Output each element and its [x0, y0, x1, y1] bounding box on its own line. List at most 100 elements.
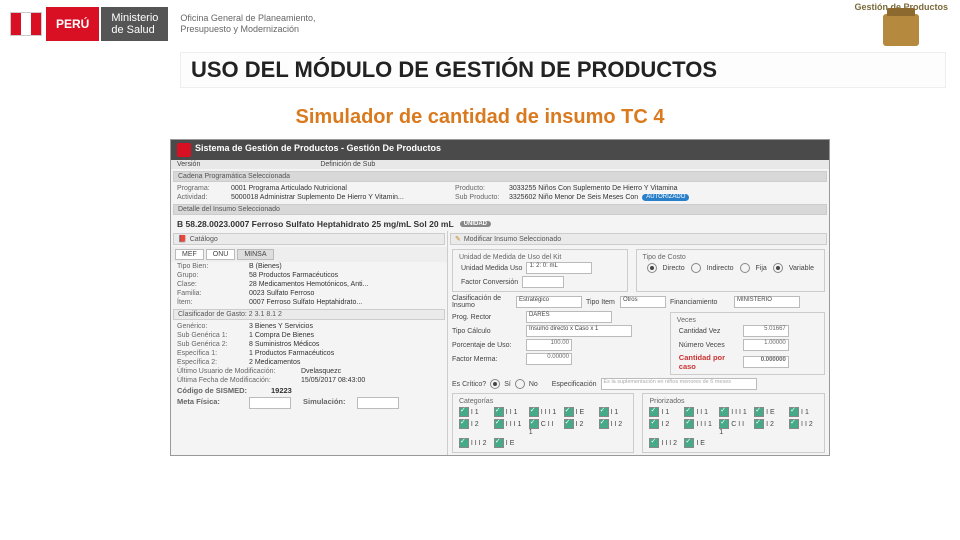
category-checkbox[interactable]: [684, 438, 694, 448]
radio-si[interactable]: [490, 379, 500, 389]
tipocalc-select[interactable]: Insumo directo x Caso x 1: [526, 325, 632, 337]
office-line1: Oficina General de Planeamiento,: [180, 13, 315, 24]
category-label: I I I 1: [694, 421, 712, 428]
category-label: I E: [694, 440, 705, 447]
category-checkbox[interactable]: [684, 419, 694, 429]
category-checkbox[interactable]: [459, 407, 469, 417]
tipocalc-label: Tipo Cálculo: [452, 328, 522, 335]
category-item: I E: [754, 407, 783, 417]
programa-value: 0001 Programa Articulado Nutricional: [231, 185, 451, 192]
category-checkbox[interactable]: [494, 407, 504, 417]
right-column: ✎Modificar Insumo Seleccionado Unidad de…: [448, 231, 829, 455]
category-checkbox[interactable]: [459, 438, 469, 448]
tab-minsa[interactable]: MINSA: [237, 249, 273, 260]
familia-label: Familia:: [177, 290, 245, 297]
ultuser-label: Último Usuario de Modificación:: [177, 368, 297, 375]
category-item: I I 1: [494, 407, 523, 417]
category-checkbox[interactable]: [599, 419, 609, 429]
office-line2: Presupuesto y Modernización: [180, 24, 315, 35]
ministry-line1: Ministerio: [111, 12, 158, 24]
simulacion-input[interactable]: [357, 397, 399, 409]
umkit-box: Unidad de Medida de Uso del Kit: [457, 254, 563, 261]
progrector-label: Prog. Rector: [452, 314, 522, 321]
si-label: Sí: [504, 381, 511, 388]
category-label: I 2: [659, 421, 669, 428]
cantvez-input[interactable]: 5.01667: [743, 325, 789, 337]
tab-mef[interactable]: MEF: [175, 249, 204, 260]
radio-indirecto[interactable]: [691, 263, 701, 273]
radio-no[interactable]: [515, 379, 525, 389]
category-checkbox[interactable]: [719, 407, 729, 417]
category-label: I I I 1: [504, 421, 522, 428]
category-item: I 2: [459, 419, 488, 436]
category-checkbox[interactable]: [529, 407, 539, 417]
category-checkbox[interactable]: [564, 419, 574, 429]
categorias-grid: I 1 I I 1 I I I 1 I E I 1 I 2 I I I 1 C …: [457, 405, 630, 450]
pctuso-input[interactable]: 100.00: [526, 339, 572, 351]
category-checkbox[interactable]: [459, 419, 469, 429]
category-checkbox[interactable]: [789, 419, 799, 429]
category-label: I 1: [659, 409, 669, 416]
category-checkbox[interactable]: [754, 419, 764, 429]
directo-label: Directo: [663, 265, 685, 272]
insumo-title-row: B 58.28.0023.0007 Ferroso Sulfato Heptah…: [171, 217, 829, 231]
category-checkbox[interactable]: [494, 438, 504, 448]
clasins-select[interactable]: Estratégico: [516, 296, 582, 308]
numveces-input[interactable]: 1.00000: [743, 339, 789, 351]
pencil-icon: ✎: [455, 235, 461, 243]
category-item: I I I 2: [649, 438, 678, 448]
category-checkbox[interactable]: [684, 407, 694, 417]
factor-input[interactable]: [522, 276, 564, 288]
financ-select[interactable]: MINISTERIO: [734, 296, 800, 308]
ultfecha-value: 15/05/2017 08:43:00: [301, 377, 365, 384]
category-checkbox[interactable]: [649, 407, 659, 417]
category-checkbox[interactable]: [494, 419, 504, 429]
category-checkbox[interactable]: [789, 407, 799, 417]
app-subheader: Versión Definición de Sub: [171, 160, 829, 169]
cantcaso-label: Cantidad por caso: [679, 353, 739, 371]
category-item: I I I 1: [719, 407, 748, 417]
programa-row: Programa: 0001 Programa Articulado Nutri…: [171, 184, 829, 193]
tipoitem-select[interactable]: Otros: [620, 296, 666, 308]
category-checkbox[interactable]: [649, 419, 659, 429]
progrector-select[interactable]: DARES: [526, 311, 612, 323]
subgen1-value: 1 Compra De Bienes: [249, 332, 314, 339]
tipobien-value: B (Bienes): [249, 263, 282, 270]
category-checkbox[interactable]: [564, 407, 574, 417]
actividad-label: Actividad:: [177, 194, 227, 201]
section-cadena: Cadena Programática Seleccionada: [173, 171, 827, 182]
espec-input[interactable]: Es la suplementación en niños menores de…: [601, 378, 757, 390]
category-checkbox[interactable]: [719, 419, 729, 429]
tab-onu[interactable]: ONU: [206, 249, 236, 260]
category-label: I 2: [574, 421, 584, 428]
esp1-value: 1 Productos Farmacéuticos: [249, 350, 334, 357]
category-checkbox[interactable]: [599, 407, 609, 417]
category-label: I I 2: [609, 421, 623, 428]
category-label: I E: [574, 409, 585, 416]
shield-icon: [177, 143, 191, 157]
radio-variable[interactable]: [773, 263, 783, 273]
indirecto-label: Indirecto: [707, 265, 734, 272]
category-label: I I I 2: [659, 440, 677, 447]
clasins-label: Clasificación de Insumo: [452, 295, 512, 309]
subproducto-value: 3325602 Niño Menor De Seis Meses Con: [509, 194, 638, 201]
subgen2-value: 8 Suministros Médicos: [249, 341, 319, 348]
tipocosto-box: Tipo de Costo: [641, 254, 688, 261]
category-checkbox[interactable]: [649, 438, 659, 448]
cantcaso-input[interactable]: 0.000000: [743, 356, 789, 368]
subproducto-label: Sub Producto:: [455, 194, 505, 201]
left-column: 📕Catálogo MEF ONU MINSA Tipo Bien:B (Bie…: [171, 231, 448, 455]
radio-directo[interactable]: [647, 263, 657, 273]
catalogo-label: Catálogo: [190, 236, 218, 243]
producto-value: 3033255 Niños Con Suplemento De Hierro Y…: [509, 185, 678, 192]
section-insumo: Detalle del Insumo Seleccionado: [173, 204, 827, 215]
category-label: I 2: [764, 421, 774, 428]
category-checkbox[interactable]: [529, 419, 539, 429]
um-input[interactable]: 1: 2: 0: mL: [526, 262, 592, 274]
metafisica-input[interactable]: [249, 397, 291, 409]
radio-fija[interactable]: [740, 263, 750, 273]
factmerma-input[interactable]: 0.00000: [526, 353, 572, 365]
category-checkbox[interactable]: [754, 407, 764, 417]
generico-value: 3 Bienes Y Servicios: [249, 323, 313, 330]
autorizado-badge: AUTORIZADO: [642, 194, 689, 201]
